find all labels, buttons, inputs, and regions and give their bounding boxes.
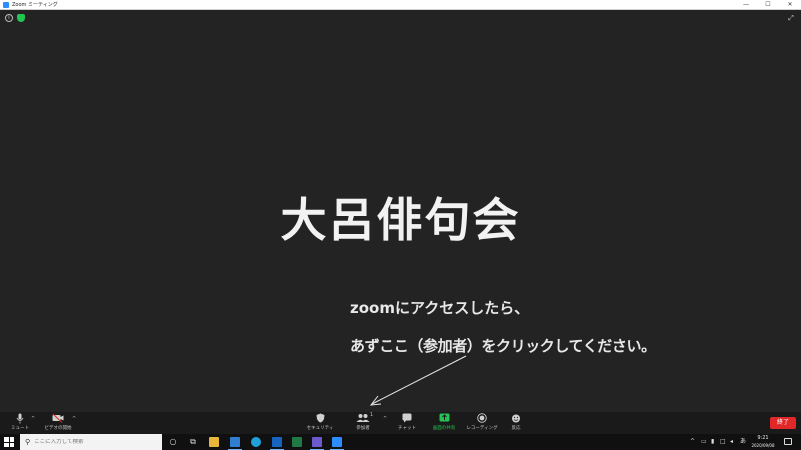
meeting-toolbar: ミュート ^ ビデオの開始 ^ セキュリティ 参加者 1 ^ チャット 画面の共… [0, 412, 801, 434]
video-options-caret-icon[interactable]: ^ [72, 416, 76, 422]
mute-label: ミュート [11, 426, 29, 431]
ime-indicator[interactable]: あ [740, 437, 746, 447]
minimize-button[interactable]: — [735, 0, 757, 10]
windows-start-icon[interactable] [4, 437, 14, 447]
share-screen-icon [439, 413, 450, 425]
microphone-tray-icon[interactable]: ▮ [711, 437, 714, 447]
window-title: Zoom ミーティング [12, 1, 58, 8]
search-icon: ⚲ [25, 438, 31, 446]
start-video-button[interactable]: ビデオの開始 [40, 413, 76, 433]
record-button[interactable]: レコーディング [464, 413, 500, 433]
video-off-icon [52, 413, 64, 425]
close-button[interactable]: ✕ [779, 0, 801, 10]
participant-count: 1 [370, 412, 374, 418]
windows-taskbar: ⚲ ○ ⧉ ^ ▭ ▮ □ ◂ あ 9:21 2020/09/08 [0, 434, 801, 450]
microphone-icon [16, 413, 24, 425]
excel-icon[interactable] [292, 437, 302, 447]
zoom-screen: Zoom ミーティング — ☐ ✕ i ⤢ 大呂俳句会 zoomにアクセスしたら… [0, 0, 801, 450]
reactions-label: 反応 [511, 426, 521, 431]
task-view-icon[interactable]: ⧉ [188, 437, 198, 447]
record-label: レコーディング [466, 426, 498, 431]
security-label: セキュリティ [306, 426, 334, 431]
taskbar-search[interactable]: ⚲ [20, 434, 162, 450]
participants-icon [356, 413, 370, 425]
shield-icon [316, 413, 325, 425]
cortana-icon[interactable]: ○ [168, 437, 178, 447]
participants-options-caret-icon[interactable]: ^ [383, 416, 387, 422]
meeting-view: i ⤢ 大呂俳句会 zoomにアクセスしたら、 あずここ（参加者）をクリックして… [0, 10, 801, 412]
chat-icon [402, 413, 412, 425]
taskbar-search-input[interactable] [34, 439, 155, 445]
chat-label: チャット [398, 426, 416, 431]
display-icon[interactable]: □ [720, 437, 726, 447]
window-controls: — ☐ ✕ [735, 0, 801, 10]
clock-time: 9:21 [757, 435, 769, 441]
reactions-button[interactable]: 反応 [498, 413, 534, 433]
edge-browser-icon[interactable] [251, 437, 261, 447]
taskbar-clock[interactable]: 9:21 2020/09/08 [748, 435, 778, 449]
record-icon [477, 413, 487, 425]
file-explorer-icon[interactable] [209, 437, 219, 447]
outlook-icon[interactable] [272, 437, 282, 447]
security-button[interactable]: セキュリティ [302, 413, 338, 433]
tray-overflow-icon[interactable]: ^ [690, 437, 695, 447]
network-icon[interactable]: ▭ [701, 437, 707, 447]
audio-options-caret-icon[interactable]: ^ [31, 416, 35, 422]
share-screen-button[interactable]: 画面の共有 [426, 413, 462, 433]
reaction-emoji-icon [511, 413, 521, 425]
participants-label: 参加者 [356, 426, 370, 431]
zoom-taskbar-icon[interactable] [332, 437, 342, 447]
share-label: 画面の共有 [432, 426, 456, 431]
app-icon[interactable] [312, 437, 322, 447]
zoom-app-icon [3, 1, 9, 8]
maximize-button[interactable]: ☐ [757, 0, 779, 10]
notification-icon[interactable] [784, 438, 792, 445]
clock-date: 2020/09/08 [751, 443, 775, 448]
end-meeting-button[interactable]: 終了 [770, 417, 796, 429]
window-titlebar: Zoom ミーティング — ☐ ✕ [0, 0, 801, 10]
volume-icon[interactable]: ◂ [730, 437, 733, 447]
mail-icon[interactable] [230, 437, 240, 447]
chat-button[interactable]: チャット [389, 413, 425, 433]
participants-button[interactable]: 参加者 [345, 413, 381, 433]
video-label: ビデオの開始 [44, 426, 72, 431]
pointer-arrow [369, 355, 467, 406]
